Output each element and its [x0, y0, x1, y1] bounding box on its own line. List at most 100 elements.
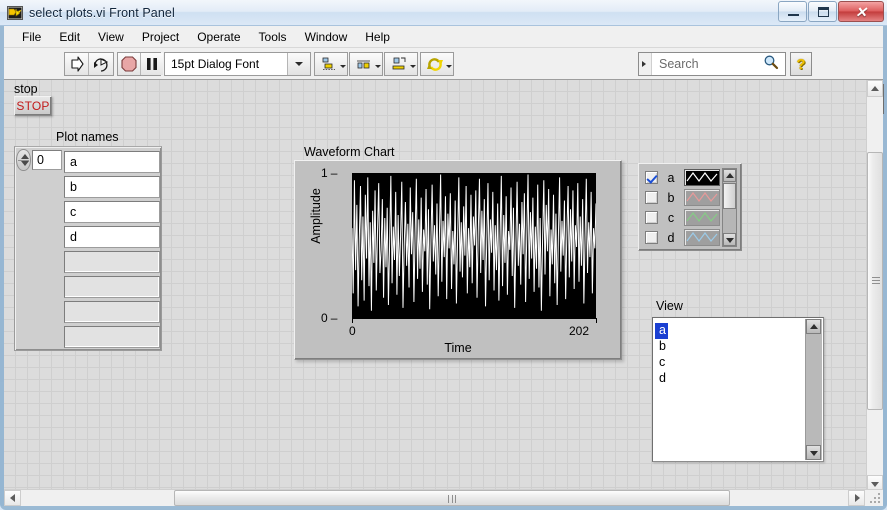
legend-plot-swatch[interactable] — [684, 229, 720, 246]
array-element[interactable]: c — [64, 201, 160, 223]
legend-checkbox[interactable] — [645, 211, 658, 224]
scroll-down-icon[interactable] — [723, 233, 736, 246]
window-title: select plots.vi Front Panel — [29, 6, 175, 20]
chart-x-axis-line — [352, 318, 597, 319]
array-element[interactable] — [64, 276, 160, 298]
menu-item-window[interactable]: Window — [297, 28, 356, 46]
search-icon[interactable] — [763, 54, 779, 75]
close-button[interactable]: ✕ — [838, 1, 884, 22]
list-item[interactable]: b — [655, 339, 803, 355]
legend-plot-name: a — [658, 171, 684, 185]
list-item[interactable]: c — [655, 355, 803, 371]
front-panel-canvas[interactable]: stop STOP Plot names 0 a b c d Waveform … — [4, 80, 883, 492]
menu-item-operate[interactable]: Operate — [189, 28, 248, 46]
legend-checkbox[interactable] — [645, 171, 658, 184]
scrollbar-grip-icon — [448, 495, 456, 503]
array-index-stepper[interactable] — [16, 149, 31, 171]
list-item[interactable]: d — [655, 371, 803, 387]
waveform-chart-label: Waveform Chart — [304, 145, 395, 159]
search-input[interactable]: Search — [638, 52, 786, 76]
pause-button[interactable] — [141, 53, 163, 75]
stop-button[interactable]: STOP — [14, 96, 52, 116]
search-dropdown-handle[interactable] — [639, 53, 652, 75]
chart-y-axis-label: Amplitude — [309, 171, 323, 261]
scroll-down-icon[interactable] — [806, 445, 821, 460]
menu-item-tools[interactable]: Tools — [251, 28, 295, 46]
scroll-up-icon[interactable] — [723, 169, 736, 182]
labview-vi-icon — [7, 5, 23, 21]
decrement-icon — [21, 161, 29, 166]
align-objects-icon — [321, 57, 338, 72]
array-element[interactable] — [64, 301, 160, 323]
list-item[interactable]: a — [655, 321, 803, 339]
array-element[interactable] — [64, 251, 160, 273]
scroll-up-icon[interactable] — [867, 80, 883, 97]
legend-checkbox[interactable] — [645, 191, 658, 204]
legend-checkbox[interactable] — [645, 231, 658, 244]
increment-icon — [21, 154, 29, 159]
menu-bar: File Edit View Project Operate Tools Win… — [4, 26, 883, 48]
scroll-right-icon[interactable] — [848, 490, 865, 506]
view-listbox[interactable]: a b c d — [652, 317, 824, 462]
help-button[interactable]: ? — [790, 52, 812, 76]
menu-item-file[interactable]: File — [14, 28, 49, 46]
legend-plot-name: b — [658, 191, 684, 205]
array-index-control[interactable]: 0 — [16, 148, 64, 172]
plot-legend[interactable]: a b c d — [638, 163, 742, 251]
window-resize-grip[interactable] — [867, 490, 881, 504]
menu-item-edit[interactable]: Edit — [51, 28, 88, 46]
menu-item-help[interactable]: Help — [357, 28, 398, 46]
menu-item-project[interactable]: Project — [134, 28, 187, 46]
execution-controls-group — [117, 52, 161, 76]
legend-plot-name: d — [658, 231, 684, 245]
menu-item-view[interactable]: View — [90, 28, 132, 46]
close-icon: ✕ — [839, 2, 883, 21]
run-button[interactable] — [65, 53, 89, 75]
reorder-objects-button[interactable] — [420, 52, 454, 76]
minimize-button[interactable] — [778, 1, 807, 22]
font-selector[interactable]: 15pt Dialog Font — [164, 52, 311, 76]
plot-names-label: Plot names — [56, 130, 119, 144]
distribute-objects-button[interactable] — [349, 52, 383, 76]
run-continuously-button[interactable] — [89, 53, 113, 75]
legend-plot-swatch[interactable] — [684, 169, 720, 186]
view-listbox-scrollbar[interactable] — [805, 319, 822, 460]
array-element[interactable]: d — [64, 226, 160, 248]
align-objects-button[interactable] — [314, 52, 348, 76]
array-element[interactable]: b — [64, 176, 160, 198]
resize-objects-icon — [391, 57, 408, 72]
chart-x-tick-left — [352, 318, 353, 323]
array-element[interactable]: a — [64, 151, 160, 173]
list-item-label: a — [655, 323, 668, 339]
abort-execution-button[interactable] — [118, 53, 141, 75]
resize-objects-button[interactable] — [384, 52, 418, 76]
chart-x-tick-right — [596, 318, 597, 323]
scroll-left-icon[interactable] — [4, 490, 21, 506]
restore-button[interactable] — [808, 1, 837, 22]
legend-plot-name: c — [658, 211, 684, 225]
legend-plot-swatch[interactable] — [684, 209, 720, 226]
horizontal-scrollbar-thumb[interactable] — [174, 490, 730, 506]
array-index-value[interactable]: 0 — [32, 150, 62, 170]
font-selector-value: 15pt Dialog Font — [165, 57, 287, 71]
legend-scrollbar-thumb[interactable] — [723, 183, 736, 209]
panel-horizontal-scrollbar[interactable] — [4, 489, 883, 506]
view-listbox-label: View — [656, 299, 683, 313]
title-bar[interactable]: select plots.vi Front Panel ✕ — [0, 0, 887, 26]
legend-scrollbar[interactable] — [722, 168, 737, 247]
chevron-down-icon[interactable] — [287, 53, 310, 75]
chart-plot-area[interactable] — [352, 173, 596, 318]
scroll-up-icon[interactable] — [806, 319, 821, 334]
array-element[interactable] — [64, 326, 160, 348]
run-controls-group — [64, 52, 114, 76]
panel-vertical-scrollbar[interactable] — [866, 80, 883, 492]
legend-plot-swatch[interactable] — [684, 189, 720, 206]
waveform-chart[interactable]: Amplitude 1– 0– 0 202 Time — [294, 160, 622, 360]
distribute-objects-icon — [356, 57, 373, 72]
vertical-scrollbar-thumb[interactable] — [867, 152, 883, 410]
reorder-objects-icon — [427, 57, 444, 72]
window-controls: ✕ — [777, 1, 884, 22]
toolbar: 15pt Dialog Font — [4, 48, 883, 80]
chart-x-tick-min: 0 — [349, 324, 356, 338]
array-elements: a b c d — [64, 151, 160, 351]
